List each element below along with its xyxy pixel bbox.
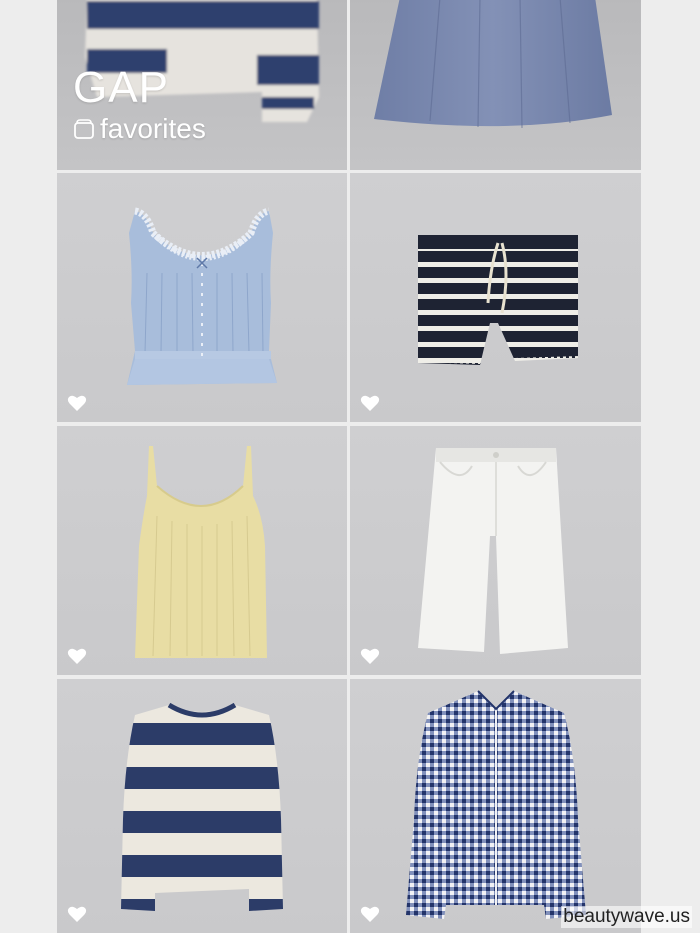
product-image [417,235,579,365]
product-card[interactable] [57,173,347,422]
collection-label[interactable]: favorites [73,114,206,144]
favorite-heart-icon[interactable] [360,905,380,923]
product-image [374,0,612,129]
board-header: GAP favorites [73,64,206,144]
product-card[interactable] [350,426,641,675]
favorite-heart-icon[interactable] [360,647,380,665]
product-card[interactable] [57,426,347,675]
favorites-board: GAP favorites beautywave.us [0,0,700,933]
product-image [406,690,586,919]
product-image [121,702,283,911]
product-card[interactable] [57,679,347,933]
favorite-heart-icon[interactable] [67,647,87,665]
brand-logo-text: GAP [73,63,169,112]
product-card[interactable] [350,173,641,422]
favorite-heart-icon[interactable] [67,394,87,412]
product-card[interactable] [350,0,641,170]
favorite-heart-icon[interactable] [360,394,380,412]
product-card[interactable] [350,679,641,933]
product-image [418,448,568,654]
favorite-heart-icon[interactable] [67,905,87,923]
watermark-text: beautywave.us [561,906,692,928]
collection-label-text: favorites [100,113,206,144]
product-image [135,446,267,658]
folder-icon [73,118,95,140]
product-image [127,207,277,385]
